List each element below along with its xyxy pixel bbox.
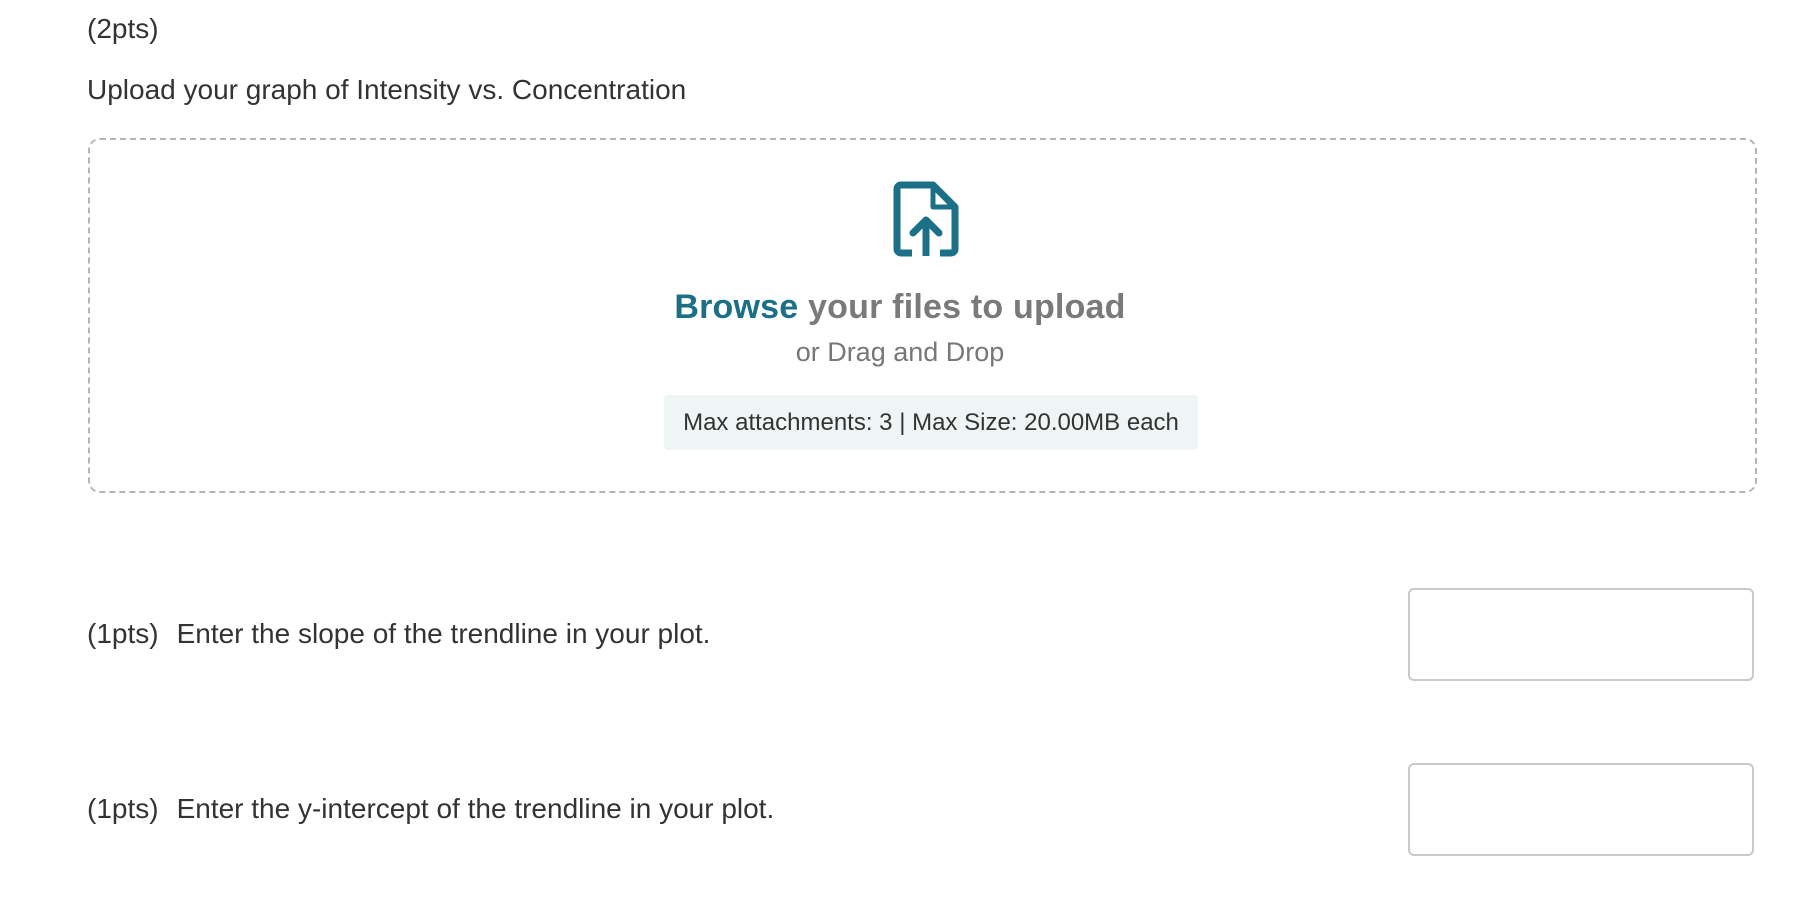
intercept-question-points: (1pts) xyxy=(87,793,159,824)
intercept-question-text: Enter the y-intercept of the trendline i… xyxy=(176,793,775,824)
intercept-answer-input[interactable] xyxy=(1408,763,1754,856)
attachment-limits-badge: Max attachments: 3 | Max Size: 20.00MB e… xyxy=(664,395,1198,450)
browse-rest-text: your files to upload xyxy=(798,288,1126,326)
file-upload-icon[interactable] xyxy=(893,181,959,257)
upload-question-prompt: Upload your graph of Intensity vs. Conce… xyxy=(87,74,687,105)
browse-link[interactable]: Browse xyxy=(674,288,798,326)
slope-answer-input[interactable] xyxy=(1408,588,1754,681)
intercept-question: (1pts) Enter the y-intercept of the trend… xyxy=(87,793,774,825)
slope-question: (1pts) Enter the slope of the trendline i… xyxy=(87,618,710,650)
assignment-page: (2pts) Upload your graph of Intensity vs… xyxy=(0,0,1800,902)
slope-question-text: Enter the slope of the trendline in your… xyxy=(176,618,711,649)
attachment-limits-text: Max attachments: 3 | Max Size: 20.00MB e… xyxy=(683,408,1179,436)
browse-instructions: Browse your files to upload xyxy=(0,288,1800,327)
upload-question-points: (2pts) xyxy=(87,13,159,44)
drag-drop-text: or Drag and Drop xyxy=(795,337,1005,367)
slope-question-points: (1pts) xyxy=(87,618,159,649)
